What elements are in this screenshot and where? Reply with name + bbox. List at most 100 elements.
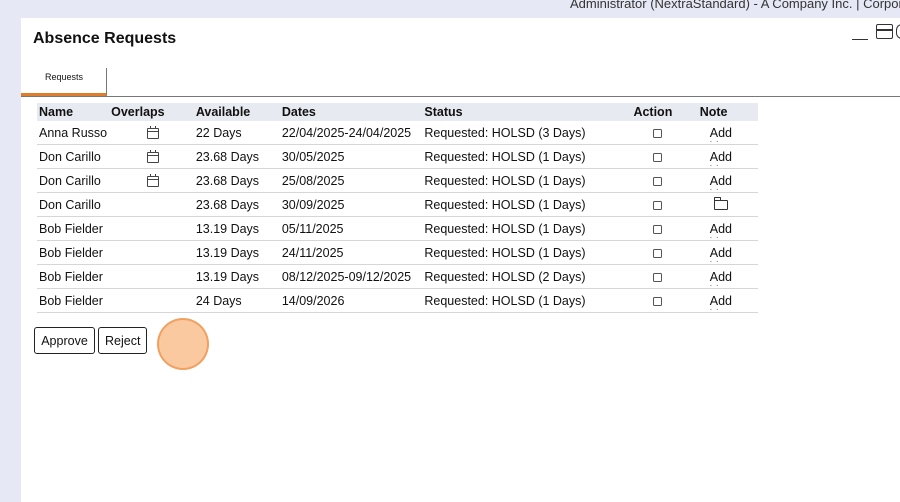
action-checkbox[interactable] <box>653 200 663 210</box>
cell-overlaps <box>109 168 194 193</box>
cell-dates: 30/05/2025 <box>279 144 423 169</box>
cell-action <box>631 264 698 289</box>
maximize-icon[interactable] <box>876 24 893 39</box>
cell-dates: 24/11/2025 <box>279 240 423 265</box>
cell-overlaps <box>109 264 194 289</box>
table-row: Don Carillo 23.68 Days 30/05/2025 Reques… <box>37 144 758 169</box>
cell-overlaps <box>109 121 194 145</box>
cell-dates: 05/11/2025 <box>279 216 423 241</box>
cell-available: 13.19 Days <box>193 264 280 289</box>
add-note-link[interactable]: Add <box>710 294 732 312</box>
window-extra-icon[interactable] <box>896 24 900 39</box>
add-note-link[interactable]: Add <box>710 174 732 192</box>
cell-available: 13.19 Days <box>193 240 280 265</box>
table-row: Bob Fielder 13.19 Days 24/11/2025 Reques… <box>37 240 758 265</box>
cell-note: Add <box>697 216 758 241</box>
cell-overlaps <box>109 240 194 265</box>
action-checkbox[interactable] <box>653 296 663 306</box>
cell-name: Anna Russo <box>37 121 110 145</box>
page-title: Absence Requests <box>33 30 177 47</box>
cell-dates: 14/09/2026 <box>279 288 423 313</box>
action-checkbox[interactable] <box>653 272 663 282</box>
absence-requests-table: Name Overlaps Available Dates Status Act… <box>37 103 758 313</box>
cell-name: Bob Fielder <box>37 288 110 313</box>
cell-action <box>631 240 698 265</box>
column-header-note[interactable]: Note <box>697 103 758 121</box>
column-header-status[interactable]: Status <box>422 103 632 121</box>
tab-requests[interactable]: Requests <box>21 68 107 96</box>
action-checkbox[interactable] <box>653 176 663 186</box>
folder-icon[interactable] <box>713 197 728 211</box>
tab-label: Requests <box>45 72 84 82</box>
add-note-link[interactable]: Add <box>710 246 732 264</box>
minimize-icon[interactable] <box>850 23 870 41</box>
calendar-icon[interactable] <box>147 125 160 139</box>
table-row: Bob Fielder 13.19 Days 08/12/2025-09/12/… <box>37 264 758 289</box>
cell-dates: 22/04/2025-24/04/2025 <box>279 121 423 145</box>
cell-note <box>697 192 758 217</box>
action-checkbox[interactable] <box>653 248 663 258</box>
table-row: Anna Russo 22 Days 22/04/2025-24/04/2025… <box>37 121 758 145</box>
cell-available: 23.68 Days <box>193 192 280 217</box>
cell-action <box>631 168 698 193</box>
cell-status: Requested: HOLSD (1 Days) <box>422 240 632 265</box>
cell-overlaps <box>109 144 194 169</box>
cell-note: Add <box>697 144 758 169</box>
action-checkbox[interactable] <box>653 224 663 234</box>
cell-dates: 25/08/2025 <box>279 168 423 193</box>
top-bar: Administrator (NextraStandard) - A Compa… <box>0 0 900 18</box>
cell-status: Requested: HOLSD (3 Days) <box>422 121 632 145</box>
table-row: Bob Fielder 24 Days 14/09/2026 Requested… <box>37 288 758 313</box>
cell-status: Requested: HOLSD (1 Days) <box>422 192 632 217</box>
add-note-link[interactable]: Add <box>710 222 732 240</box>
cell-name: Bob Fielder <box>37 264 110 289</box>
action-checkbox[interactable] <box>653 128 663 138</box>
cell-overlaps <box>109 216 194 241</box>
cell-dates: 08/12/2025-09/12/2025 <box>279 264 423 289</box>
calendar-icon[interactable] <box>147 173 160 187</box>
cell-note: Add <box>697 121 758 145</box>
cell-name: Bob Fielder <box>37 240 110 265</box>
table-row: Don Carillo 23.68 Days 30/09/2025 Reques… <box>37 192 758 217</box>
approve-button[interactable]: Approve <box>34 327 95 354</box>
add-note-link[interactable]: Add <box>710 150 732 168</box>
cell-action <box>631 121 698 145</box>
cell-note: Add <box>697 240 758 265</box>
cell-name: Don Carillo <box>37 168 110 193</box>
cell-overlaps <box>109 192 194 217</box>
cell-name: Don Carillo <box>37 192 110 217</box>
cell-overlaps <box>109 288 194 313</box>
cell-note: Add <box>697 288 758 313</box>
cell-status: Requested: HOLSD (1 Days) <box>422 216 632 241</box>
cell-note: Add <box>697 168 758 193</box>
column-header-action[interactable]: Action <box>631 103 698 121</box>
cell-name: Bob Fielder <box>37 216 110 241</box>
cell-status: Requested: HOLSD (2 Days) <box>422 264 632 289</box>
column-header-name[interactable]: Name <box>37 103 110 121</box>
cell-status: Requested: HOLSD (1 Days) <box>422 144 632 169</box>
column-header-overlaps[interactable]: Overlaps <box>109 103 194 121</box>
table-row: Bob Fielder 13.19 Days 05/11/2025 Reques… <box>37 216 758 241</box>
cell-action <box>631 192 698 217</box>
cell-status: Requested: HOLSD (1 Days) <box>422 168 632 193</box>
click-indicator <box>157 318 209 370</box>
cell-action <box>631 288 698 313</box>
cell-available: 23.68 Days <box>193 168 280 193</box>
cell-available: 23.68 Days <box>193 144 280 169</box>
cell-dates: 30/09/2025 <box>279 192 423 217</box>
user-info: Administrator (NextraStandard) - A Compa… <box>570 0 900 11</box>
cell-available: 13.19 Days <box>193 216 280 241</box>
reject-button[interactable]: Reject <box>98 327 147 354</box>
column-header-dates[interactable]: Dates <box>279 103 423 121</box>
cell-available: 24 Days <box>193 288 280 313</box>
cell-name: Don Carillo <box>37 144 110 169</box>
cell-status: Requested: HOLSD (1 Days) <box>422 288 632 313</box>
add-note-link[interactable]: Add <box>710 270 732 288</box>
column-header-available[interactable]: Available <box>193 103 280 121</box>
add-note-link[interactable]: Add <box>710 126 732 144</box>
cell-available: 22 Days <box>193 121 280 145</box>
action-checkbox[interactable] <box>653 152 663 162</box>
calendar-icon[interactable] <box>147 149 160 163</box>
cell-action <box>631 216 698 241</box>
table-header-row: Name Overlaps Available Dates Status Act… <box>37 103 758 121</box>
